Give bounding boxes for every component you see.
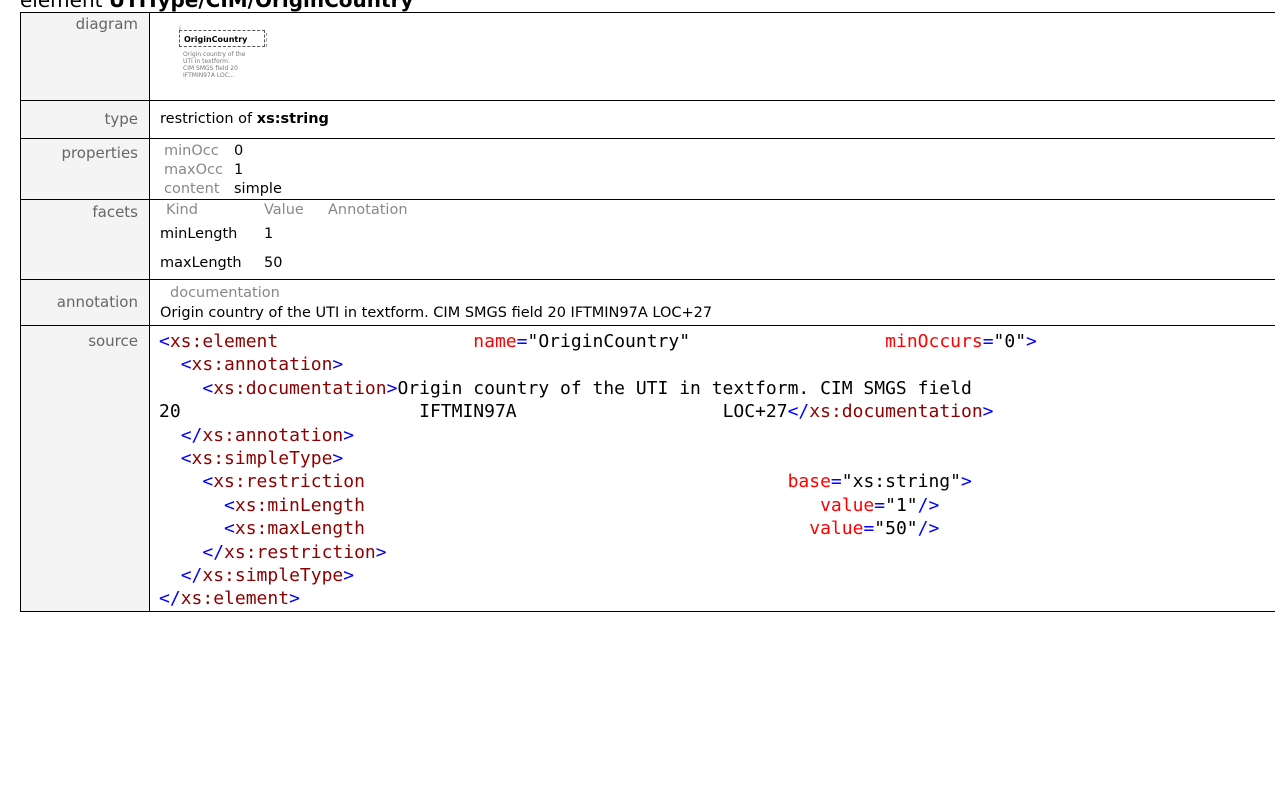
src-tag: xs:element (169, 331, 279, 352)
diagram-note-line: UTI in textform. (183, 58, 230, 65)
type-base-link[interactable]: xs:string (257, 111, 329, 127)
facet-kind: minLength (160, 226, 238, 242)
property-key: content (164, 181, 220, 197)
source-cell: <xs:element name="OriginCountry" minOccu… (149, 325, 1275, 612)
src-value: "50" (874, 518, 918, 540)
source-row: source <xs:element name="OriginCountry" … (20, 325, 1275, 612)
heading-kind: element (20, 0, 103, 12)
source-code: <xs:element name="OriginCountry" minOccu… (159, 331, 1037, 610)
type-value: restriction of xs:string (160, 101, 1275, 138)
diagram: ⁞ OriginCountry Origin country of the UT… (160, 13, 1275, 100)
src-tag: xs:maxLength (234, 518, 365, 540)
properties-grid: minOcc 0 maxOcc 1 content simple (150, 142, 1275, 199)
src-text: Origin country of the UTI in textform. C… (397, 377, 972, 399)
src-tag: xs:simpleType (202, 565, 344, 587)
src-attr: value (809, 518, 864, 540)
facet-kind: maxLength (160, 255, 242, 271)
facets-cell: Kind Value Annotation minLength 1 maxLen… (149, 199, 1275, 280)
heading-name: UTIType/CIM/OriginCountry (108, 0, 414, 12)
facet-row: minLength 1 (160, 220, 1275, 249)
facet-header-value: Value (264, 202, 304, 218)
src-tag: xs:documentation (809, 401, 983, 423)
src-value: "0" (993, 331, 1027, 352)
src-attr: minOccurs (885, 331, 983, 352)
facet-header-annotation: Annotation (328, 202, 408, 218)
page-heading: element UTIType/CIM/OriginCountry (20, 0, 413, 12)
diagram-note-line: IFTMIN97A LOC... (183, 72, 235, 79)
src-tag: xs:annotation (202, 424, 344, 446)
facets-row: facets Kind Value Annotation minLength 1… (20, 199, 1275, 280)
facet-value: 50 (264, 255, 283, 271)
src-tag: xs:annotation (191, 354, 333, 376)
type-prefix: restriction of (160, 111, 253, 127)
annotation-label: annotation (20, 279, 150, 326)
src-tag: xs:restriction (224, 541, 376, 563)
diagram-label: diagram (20, 12, 150, 101)
diagram-note-line: CIM SMGS field 20 (183, 65, 238, 72)
type-row: type restriction of xs:string (20, 100, 1275, 139)
src-attr: name (473, 331, 517, 352)
annotation-cell: documentation Origin country of the UTI … (149, 279, 1275, 326)
properties-cell: minOcc 0 maxOcc 1 content simple (149, 138, 1275, 200)
diagram-element-box[interactable]: OriginCountry (179, 30, 267, 47)
diagram-cell: ⁞ OriginCountry Origin country of the UT… (149, 12, 1275, 101)
facet-annotation (328, 220, 448, 249)
src-text: 20 (159, 401, 181, 423)
src-text: LOC+27 (722, 401, 788, 423)
facet-header-kind: Kind (166, 202, 198, 218)
src-tag: xs:restriction (213, 471, 365, 493)
facets-header: Kind Value Annotation (160, 200, 1275, 220)
src-value: "xs:string" (841, 471, 961, 493)
facets-label: facets (20, 199, 150, 280)
src-value: "1" (885, 494, 918, 516)
src-tag: xs:documentation (213, 377, 387, 399)
src-tag: xs:minLength (234, 494, 365, 516)
src-attr: value (820, 494, 875, 516)
type-cell: restriction of xs:string (149, 100, 1275, 139)
annotation-text: Origin country of the UTI in textform. C… (160, 305, 713, 321)
src-attr: base (787, 471, 831, 493)
element-doc-table: diagram ⁞ OriginCountry Origin country o… (20, 12, 1275, 612)
property-key: minOcc (164, 143, 219, 159)
property-value: simple (234, 181, 282, 197)
properties-label: properties (20, 138, 150, 200)
diagram-annotation-note: Origin country of the UTI in textform. C… (183, 51, 269, 79)
property-value: 0 (234, 143, 244, 159)
facet-row: maxLength 50 (160, 249, 1275, 278)
properties-row: properties minOcc 0 maxOcc 1 content sim… (20, 138, 1275, 200)
property-value: 1 (234, 162, 244, 178)
diagram-row: diagram ⁞ OriginCountry Origin country o… (20, 12, 1275, 101)
src-value: "OriginCountry" (527, 331, 691, 352)
property-key: maxOcc (164, 162, 223, 178)
type-label: type (20, 100, 150, 139)
annotation-row: annotation documentation Origin country … (20, 279, 1275, 326)
src-tag: xs:simpleType (191, 448, 333, 470)
src-text: IFTMIN97A (419, 401, 517, 423)
diagram-note-line: Origin country of the (183, 51, 246, 58)
source-label: source (20, 325, 150, 612)
annotation-header: documentation (170, 285, 280, 301)
src-tag: xs:element (180, 588, 290, 610)
facet-annotation (328, 249, 448, 278)
facet-value: 1 (264, 226, 274, 242)
